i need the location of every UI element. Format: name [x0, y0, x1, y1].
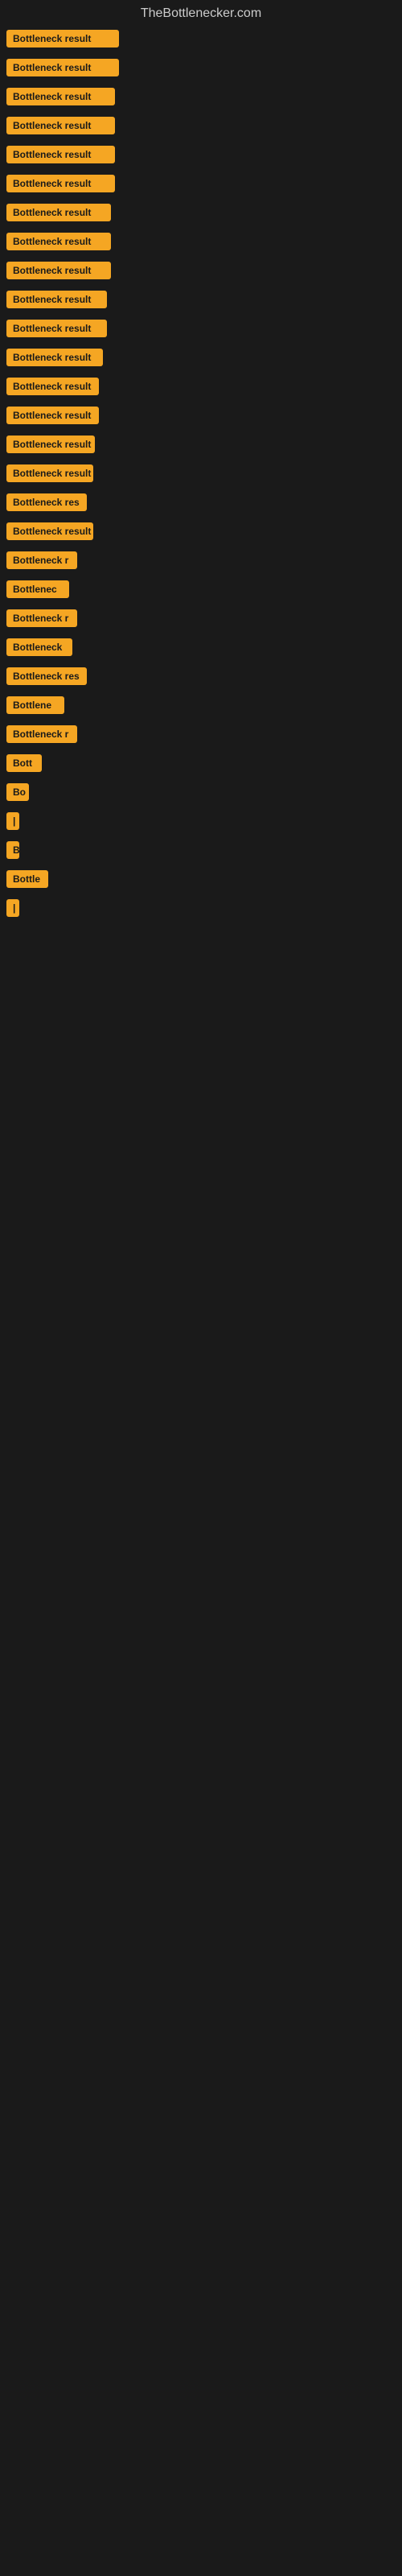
bottleneck-badge[interactable]: Bottleneck r — [6, 551, 77, 569]
list-item: Bottleneck r — [0, 546, 402, 575]
bottleneck-badge[interactable]: Bottlenec — [6, 580, 69, 598]
bottleneck-badge[interactable]: Bottleneck res — [6, 493, 87, 511]
list-item: Bottle — [0, 865, 402, 894]
list-item: Bottleneck result — [0, 517, 402, 546]
list-item: Bottleneck result — [0, 314, 402, 343]
list-item: Bottleneck result — [0, 140, 402, 169]
bottleneck-badge[interactable]: B — [6, 841, 19, 859]
list-item: Bottleneck result — [0, 111, 402, 140]
bottleneck-badge[interactable]: Bottleneck res — [6, 667, 87, 685]
list-item: Bo — [0, 778, 402, 807]
bottleneck-list: Bottleneck result Bottleneck result Bottle… — [0, 24, 402, 2372]
bottleneck-badge[interactable]: Bottleneck result — [6, 378, 99, 395]
list-item: Bott — [0, 749, 402, 778]
bottleneck-badge[interactable]: Bottleneck result — [6, 175, 115, 192]
list-item: Bottleneck result — [0, 459, 402, 488]
bottleneck-badge[interactable]: | — [6, 899, 19, 917]
bottleneck-badge[interactable]: Bottleneck result — [6, 117, 115, 134]
site-title-container: TheBottlenecker.com — [0, 0, 402, 24]
bottleneck-badge[interactable]: | — [6, 812, 19, 830]
list-item: Bottleneck r — [0, 720, 402, 749]
list-item: Bottlene — [0, 691, 402, 720]
bottleneck-badge[interactable]: Bottleneck r — [6, 609, 77, 627]
list-item: Bottleneck result — [0, 256, 402, 285]
bottleneck-badge[interactable]: Bottleneck result — [6, 146, 115, 163]
list-item: B — [0, 836, 402, 865]
list-item: Bottleneck — [0, 633, 402, 662]
bottleneck-badge[interactable]: Bottleneck result — [6, 30, 119, 47]
list-item: Bottleneck res — [0, 488, 402, 517]
list-item: Bottleneck result — [0, 24, 402, 53]
bottleneck-badge[interactable]: Bo — [6, 783, 29, 801]
bottleneck-badge[interactable]: Bottleneck result — [6, 349, 103, 366]
bottleneck-badge[interactable]: Bottleneck result — [6, 464, 93, 482]
bottleneck-badge[interactable]: Bottleneck — [6, 638, 72, 656]
list-item: Bottleneck result — [0, 285, 402, 314]
bottleneck-badge[interactable]: Bottleneck result — [6, 88, 115, 105]
bottleneck-badge[interactable]: Bott — [6, 754, 42, 772]
list-item: Bottleneck result — [0, 430, 402, 459]
bottleneck-badge[interactable]: Bottlene — [6, 696, 64, 714]
list-item: Bottleneck result — [0, 343, 402, 372]
bottleneck-badge[interactable]: Bottleneck result — [6, 436, 95, 453]
bottleneck-badge[interactable]: Bottleneck result — [6, 522, 93, 540]
list-item: Bottleneck res — [0, 662, 402, 691]
bottleneck-badge[interactable]: Bottleneck result — [6, 204, 111, 221]
list-item: | — [0, 807, 402, 836]
list-item: Bottleneck result — [0, 82, 402, 111]
list-item: Bottleneck result — [0, 53, 402, 82]
list-item: Bottleneck result — [0, 372, 402, 401]
list-item: Bottleneck result — [0, 227, 402, 256]
bottleneck-badge[interactable]: Bottleneck result — [6, 320, 107, 337]
bottleneck-badge[interactable]: Bottleneck r — [6, 725, 77, 743]
bottleneck-badge[interactable]: Bottle — [6, 870, 48, 888]
bottleneck-badge[interactable]: Bottleneck result — [6, 291, 107, 308]
list-item: Bottleneck result — [0, 401, 402, 430]
site-title: TheBottlenecker.com — [0, 0, 402, 24]
list-item: Bottlenec — [0, 575, 402, 604]
bottleneck-badge[interactable]: Bottleneck result — [6, 262, 111, 279]
list-item: Bottleneck result — [0, 198, 402, 227]
list-item: Bottleneck result — [0, 169, 402, 198]
bottleneck-badge[interactable]: Bottleneck result — [6, 407, 99, 424]
list-item: Bottleneck r — [0, 604, 402, 633]
list-item: | — [0, 894, 402, 923]
bottleneck-badge[interactable]: Bottleneck result — [6, 233, 111, 250]
bottleneck-badge[interactable]: Bottleneck result — [6, 59, 119, 76]
